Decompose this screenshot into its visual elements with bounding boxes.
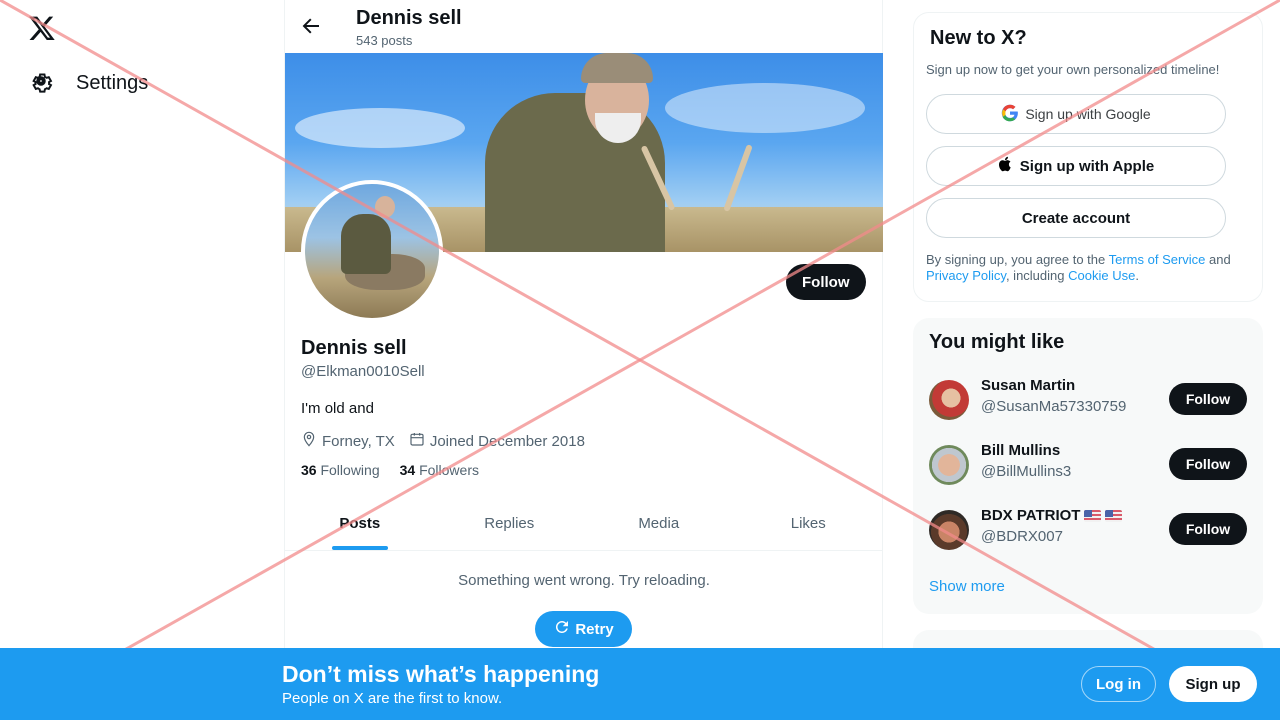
suggested-user-row[interactable]: Susan Martin @SusanMa57330759 Follow — [929, 375, 1247, 425]
suggested-user-handle: @BDRX007 — [981, 528, 1063, 545]
retry-button[interactable]: Retry — [535, 611, 632, 647]
followers-count: 34 — [399, 462, 416, 478]
avatar[interactable] — [929, 445, 969, 485]
you-might-like-card: You might like Susan Martin @SusanMa5733… — [913, 318, 1263, 614]
cookie-use-link[interactable]: Cookie Use — [1068, 268, 1135, 283]
signup-google-label: Sign up with Google — [1025, 106, 1151, 122]
new-to-x-subtitle: Sign up now to get your own personalized… — [926, 62, 1220, 77]
bottom-bar-subtitle: People on X are the first to know. — [282, 690, 503, 707]
legal-including: , including — [1005, 268, 1069, 283]
arrow-left-icon[interactable] — [299, 14, 323, 38]
left-navigation: Settings — [0, 0, 284, 720]
suggested-user-row[interactable]: BDX PATRIOT @BDRX007 Follow — [929, 505, 1247, 555]
signup-google-button[interactable]: Sign up with Google — [926, 94, 1226, 134]
terms-of-service-link[interactable]: Terms of Service — [1109, 252, 1206, 267]
legal-end: . — [1135, 268, 1139, 283]
you-might-like-title: You might like — [929, 331, 1065, 353]
suggested-user-name[interactable]: BDX PATRIOT — [981, 507, 1123, 524]
us-flag-icon — [1105, 509, 1123, 522]
follow-suggested-user-button[interactable]: Follow — [1169, 513, 1247, 545]
suggested-user-handle: @BillMullins3 — [981, 463, 1072, 480]
apple-icon — [998, 155, 1014, 177]
follow-suggested-user-button[interactable]: Follow — [1169, 448, 1247, 480]
privacy-policy-link[interactable]: Privacy Policy — [926, 268, 1006, 283]
avatar[interactable] — [929, 380, 969, 420]
legal-and: and — [1205, 252, 1231, 267]
header-profile-name: Dennis sell — [356, 7, 462, 29]
tab-media[interactable]: Media — [584, 497, 734, 550]
profile-avatar[interactable] — [301, 180, 443, 322]
show-more-link[interactable]: Show more — [929, 578, 1005, 595]
joined-text: Joined December 2018 — [429, 432, 585, 450]
follow-button[interactable]: Follow — [786, 264, 866, 300]
following-count: 36 — [301, 462, 317, 478]
following-link[interactable]: 36 Following — [301, 462, 380, 478]
profile-stats: 36 Following 34 Followers — [301, 462, 499, 478]
calendar-icon — [409, 431, 425, 451]
signup-apple-label: Sign up with Apple — [1019, 157, 1155, 175]
profile-topbar: Dennis sell 543 posts — [285, 0, 883, 53]
profile-bio: I'm old and — [301, 400, 374, 417]
feed-error-message: Something went wrong. Try reloading. — [458, 572, 710, 589]
profile-meta: Forney, TX Joined December 2018 — [301, 431, 599, 451]
legal-prefix: By signing up, you agree to the — [926, 252, 1109, 267]
bottom-bar-title: Don’t miss what’s happening — [282, 661, 600, 687]
profile-joined: Joined December 2018 — [409, 431, 585, 451]
followers-link[interactable]: 34 Followers — [400, 462, 479, 478]
suggested-user-name[interactable]: Bill Mullins — [981, 442, 1060, 459]
create-account-button[interactable]: Create account — [926, 198, 1226, 238]
header-post-count: 543 posts — [356, 33, 413, 48]
new-to-x-title: New to X? — [930, 27, 1027, 49]
suggested-user-name[interactable]: Susan Martin — [981, 377, 1075, 394]
gear-icon — [28, 68, 54, 99]
signup-apple-button[interactable]: Sign up with Apple — [926, 146, 1226, 186]
new-to-x-card: New to X? Sign up now to get your own pe… — [913, 12, 1263, 302]
x-logo-icon[interactable] — [28, 14, 56, 42]
us-flag-icon — [1084, 509, 1102, 522]
suggested-user-handle: @SusanMa57330759 — [981, 398, 1127, 415]
bottom-signup-bar: Don’t miss what’s happening People on X … — [0, 648, 1280, 720]
signup-button[interactable]: Sign up — [1169, 666, 1257, 702]
profile-location: Forney, TX — [301, 431, 395, 451]
nav-settings[interactable]: Settings — [28, 68, 148, 99]
location-text: Forney, TX — [322, 432, 395, 450]
tab-likes[interactable]: Likes — [734, 497, 884, 550]
profile-name: Dennis sell — [301, 337, 407, 359]
following-label: Following — [320, 462, 380, 478]
login-button[interactable]: Log in — [1081, 666, 1156, 702]
location-pin-icon — [301, 431, 317, 451]
signup-legal-text: By signing up, you agree to the Terms of… — [926, 252, 1246, 284]
avatar[interactable] — [929, 510, 969, 550]
retry-label: Retry — [575, 620, 614, 638]
follow-suggested-user-button[interactable]: Follow — [1169, 383, 1247, 415]
profile-handle: @Elkman0010Sell — [301, 363, 425, 380]
suggested-user-row[interactable]: Bill Mullins @BillMullins3 Follow — [929, 440, 1247, 490]
refresh-icon — [553, 618, 571, 640]
nav-settings-label: Settings — [76, 72, 149, 94]
suggested-user-name-text: BDX PATRIOT — [981, 507, 1081, 524]
profile-tabs: Posts Replies Media Likes — [285, 497, 883, 551]
google-icon — [1001, 104, 1019, 125]
profile-main-column: Dennis sell 543 posts Follow Dennis sell… — [284, 0, 883, 720]
tab-replies[interactable]: Replies — [435, 497, 585, 550]
tab-posts[interactable]: Posts — [285, 497, 435, 550]
followers-label: Followers — [419, 462, 479, 478]
